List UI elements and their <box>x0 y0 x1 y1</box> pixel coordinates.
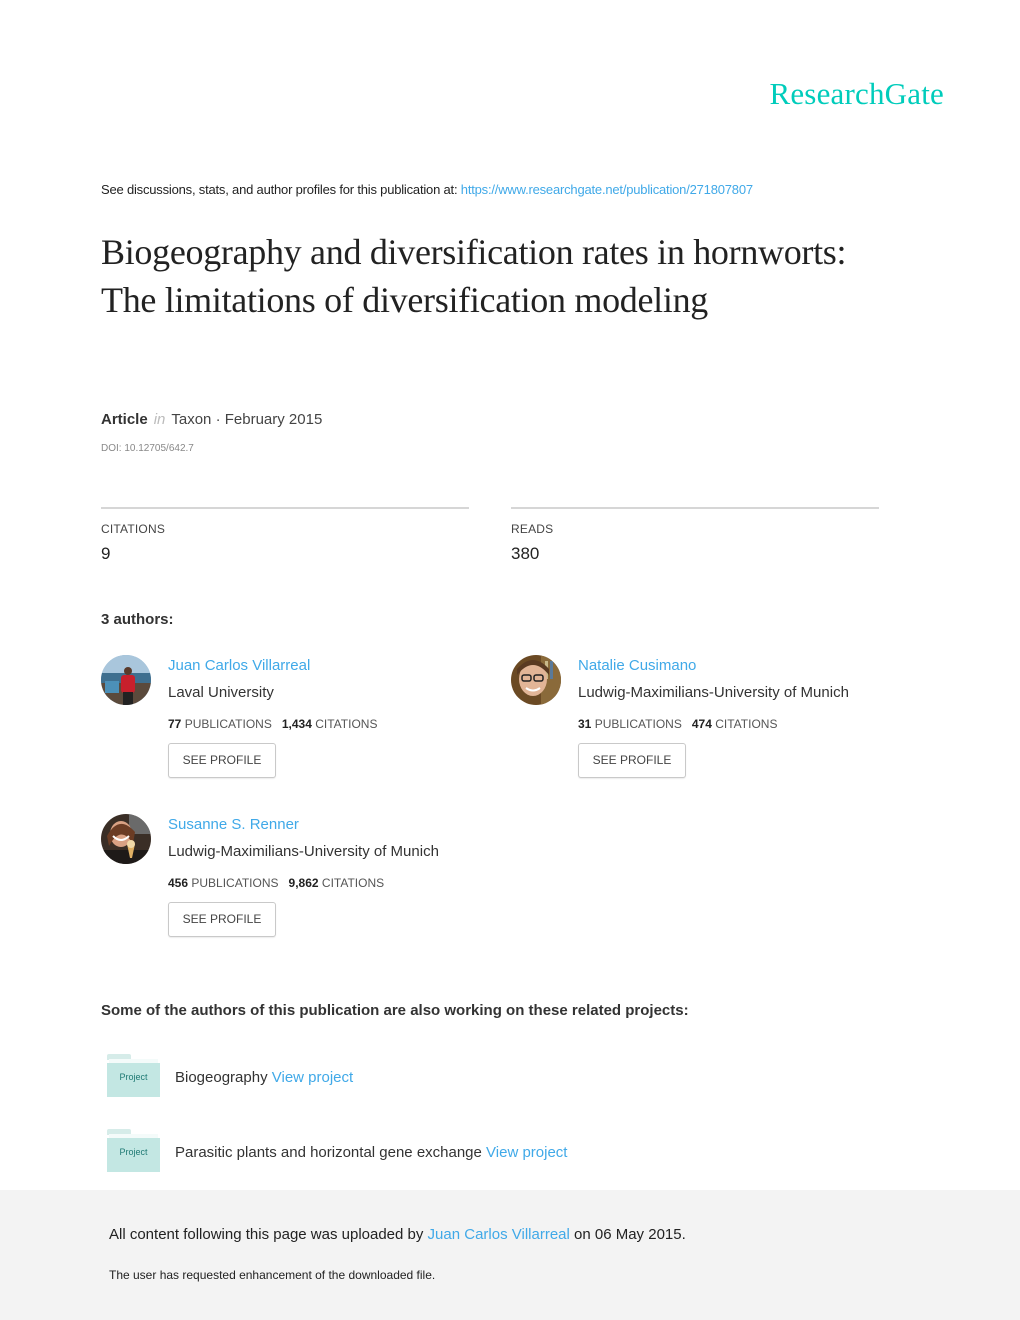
project-title-line: Biogeography View project <box>175 1069 353 1086</box>
citations-count: 9,862 <box>288 876 319 890</box>
author-affiliation: Laval University <box>168 684 274 701</box>
citations-stat: CITATIONS 9 <box>101 507 469 564</box>
author-card: Susanne S. Renner Ludwig-Maximilians-Uni… <box>101 814 501 954</box>
citations-count: 1,434 <box>281 717 312 731</box>
upload-footer: All content following this page was uplo… <box>0 1190 1020 1320</box>
avatar[interactable] <box>101 655 151 705</box>
uploaded-suffix: on 06 May 2015. <box>569 1226 686 1243</box>
reads-label: READS <box>511 522 554 536</box>
author-affiliation: Ludwig-Maximilians-University of Munich <box>578 684 849 701</box>
see-profile-button[interactable]: SEE PROFILE <box>168 743 276 778</box>
see-profile-button[interactable]: SEE PROFILE <box>168 902 276 937</box>
enhancement-note: The user has requested enhancement of th… <box>109 1268 436 1282</box>
citations-label: CITATIONS <box>315 717 378 731</box>
citations-value: 9 <box>101 544 111 563</box>
project-title: Parasitic plants and horizontal gene exc… <box>175 1144 482 1161</box>
author-name-link[interactable]: Natalie Cusimano <box>578 657 696 674</box>
author-stats: 77 PUBLICATIONS 1,434 CITATIONS <box>168 717 377 731</box>
avatar[interactable] <box>101 814 151 864</box>
author-stats: 31 PUBLICATIONS 474 CITATIONS <box>578 717 777 731</box>
author-name-link[interactable]: Juan Carlos Villarreal <box>168 657 310 674</box>
publication-title: Biogeography and diversification rates i… <box>101 232 847 320</box>
author-card: Natalie Cusimano Ludwig-Maximilians-Univ… <box>511 655 911 795</box>
publications-label: PUBLICATIONS <box>594 717 682 731</box>
author-card: Juan Carlos Villarreal Laval University … <box>101 655 501 795</box>
related-projects-heading: Some of the authors of this publication … <box>101 1002 689 1019</box>
avatar[interactable] <box>511 655 561 705</box>
uploaded-by-line: All content following this page was uplo… <box>109 1226 686 1243</box>
doi: DOI: 10.12705/642.7 <box>101 443 194 454</box>
journal-date: Taxon · February 2015 <box>171 411 323 428</box>
uploaded-prefix: All content following this page was uplo… <box>109 1226 428 1243</box>
see-discussions-line: See discussions, stats, and author profi… <box>101 182 753 197</box>
reads-stat: READS 380 <box>511 507 879 564</box>
reads-value: 380 <box>511 544 540 563</box>
view-project-link[interactable]: View project <box>486 1144 567 1161</box>
authors-heading: 3 authors: <box>101 611 174 628</box>
in-label: in <box>153 411 166 428</box>
project-icon-label: Project <box>119 1147 148 1157</box>
see-discussions-text: See discussions, stats, and author profi… <box>101 182 461 197</box>
citations-label: CITATIONS <box>715 717 778 731</box>
author-affiliation: Ludwig-Maximilians-University of Munich <box>168 843 439 860</box>
citations-count: 474 <box>691 717 712 731</box>
researchgate-logo[interactable]: ResearchGate <box>769 76 944 112</box>
publications-count: 456 <box>168 876 189 890</box>
uploader-link[interactable]: Juan Carlos Villarreal <box>428 1226 570 1243</box>
author-stats: 456 PUBLICATIONS 9,862 CITATIONS <box>168 876 384 890</box>
publications-label: PUBLICATIONS <box>184 717 272 731</box>
project-icon-label: Project <box>119 1072 148 1082</box>
publication-type: Article <box>101 411 148 428</box>
project-folder-icon: Project <box>107 1054 160 1097</box>
publications-count: 31 <box>578 717 592 731</box>
publication-url-link[interactable]: https://www.researchgate.net/publication… <box>461 182 753 197</box>
see-profile-button[interactable]: SEE PROFILE <box>578 743 686 778</box>
project-folder-icon: Project <box>107 1129 160 1172</box>
citations-label: CITATIONS <box>321 876 385 890</box>
project-title: Biogeography <box>175 1069 268 1086</box>
publications-label: PUBLICATIONS <box>191 876 279 890</box>
author-name-link[interactable]: Susanne S. Renner <box>168 816 299 833</box>
project-title-line: Parasitic plants and horizontal gene exc… <box>175 1144 567 1161</box>
citations-label: CITATIONS <box>101 522 166 536</box>
view-project-link[interactable]: View project <box>272 1069 353 1086</box>
publication-meta: Article in Taxon · February 2015 <box>101 411 322 428</box>
publications-count: 77 <box>168 717 182 731</box>
